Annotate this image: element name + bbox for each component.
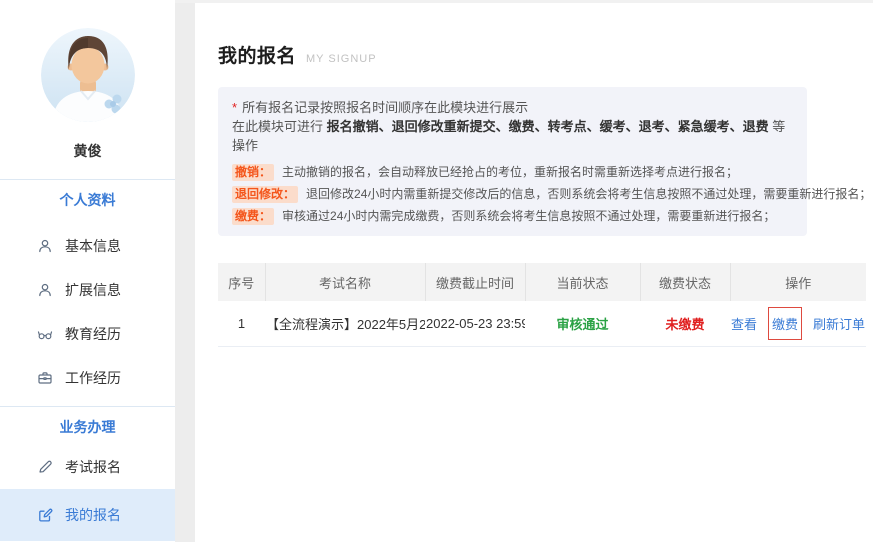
tip-text: 审核通过24小时内需完成缴费，否则系统会将考生信息按照不通过处理，需要重新进行报…	[282, 206, 775, 226]
tip-tag-payment: 缴费：	[232, 208, 274, 225]
glasses-icon	[37, 326, 53, 342]
avatar-illustration	[41, 28, 135, 122]
notice-panel: * 所有报名记录按照报名时间顺序在此模块进行展示 在此模块可进行 报名撤销、退回修…	[218, 87, 807, 236]
page-title: 我的报名	[218, 41, 296, 68]
sidebar: 黄俊 个人资料 基本信息 扩展信息 教育经历 工作经历 业务办理 考试报名	[0, 0, 175, 542]
sidebar-item-label: 教育经历	[65, 324, 121, 344]
table-row: 1 【全流程演示】2022年5月2... 2022-05-23 23:59:59…	[218, 301, 866, 347]
tip-text: 退回修改24小时内需重新提交修改后的信息，否则系统会将考生信息按照不通过处理，需…	[306, 184, 871, 204]
tip-payment: 缴费： 审核通过24小时内需完成缴费，否则系统会将考生信息按照不通过处理，需要重…	[232, 206, 793, 226]
tip-tag-withdraw: 撤销：	[232, 164, 274, 181]
cell-status: 审核通过	[525, 301, 640, 347]
payment-annotation-box: 缴费	[768, 307, 802, 340]
notice-line-2-operations: 报名撤销、退回修改重新提交、缴费、转考点、缓考、退考、紧急缓考、退费	[327, 119, 769, 134]
col-header-pay-deadline: 缴费截止时间	[425, 263, 525, 301]
notice-tips: 撤销： 主动撤销的报名，会自动释放已经抢占的考位，重新报名时需重新选择考点进行报…	[232, 162, 793, 226]
sidebar-item-extended-info[interactable]: 扩展信息	[0, 268, 175, 312]
tip-return-modify: 退回修改： 退回修改24小时内需重新提交修改后的信息，否则系统会将考生信息按照不…	[232, 184, 793, 204]
notice-line-2: 在此模块可进行 报名撤销、退回修改重新提交、缴费、转考点、缓考、退考、紧急缓考、…	[232, 117, 793, 155]
user-icon	[37, 238, 53, 254]
sidebar-item-work[interactable]: 工作经历	[0, 356, 175, 400]
status-badge-unpaid: 未缴费	[665, 317, 704, 332]
col-header-exam-name: 考试名称	[265, 263, 425, 301]
sidebar-item-education[interactable]: 教育经历	[0, 312, 175, 356]
sidebar-item-my-signup[interactable]: 我的报名	[0, 489, 175, 541]
sidebar-item-label: 考试报名	[65, 457, 121, 477]
main-content: 我的报名 MY SIGNUP * 所有报名记录按照报名时间顺序在此模块进行展示 在…	[195, 0, 873, 542]
briefcase-icon	[37, 370, 53, 386]
cell-pay-status: 未缴费	[640, 301, 730, 347]
cell-index: 1	[218, 301, 265, 347]
required-asterisk: *	[232, 100, 237, 115]
view-link[interactable]: 查看	[731, 314, 757, 333]
pay-link[interactable]: 缴费	[772, 317, 798, 332]
user-icon	[37, 282, 53, 298]
sidebar-item-label: 基本信息	[65, 236, 121, 256]
notice-line-1: * 所有报名记录按照报名时间顺序在此模块进行展示	[232, 98, 793, 117]
tip-withdraw: 撤销： 主动撤销的报名，会自动释放已经抢占的考位，重新报名时需重新选择考点进行报…	[232, 162, 793, 182]
user-name: 黄俊	[0, 143, 175, 159]
sidebar-item-basic-info[interactable]: 基本信息	[0, 224, 175, 268]
sidebar-item-label: 扩展信息	[65, 280, 121, 300]
tip-text: 主动撤销的报名，会自动释放已经抢占的考位，重新报名时需重新选择考点进行报名；	[282, 162, 738, 182]
page-subtitle: MY SIGNUP	[306, 53, 377, 65]
col-header-status: 当前状态	[525, 263, 640, 301]
tip-tag-return-modify: 退回修改：	[232, 186, 298, 203]
sidebar-section-business: 业务办理	[0, 407, 175, 445]
notice-line-2-prefix: 在此模块可进行	[232, 119, 327, 134]
sidebar-content-gap	[175, 0, 195, 542]
col-header-index: 序号	[218, 263, 265, 301]
col-header-actions: 操作	[730, 263, 866, 301]
pen-icon	[37, 459, 53, 475]
document-edit-icon	[37, 507, 53, 523]
sidebar-item-label: 我的报名	[65, 505, 121, 525]
table-header-row: 序号 考试名称 缴费截止时间 当前状态 缴费状态 操作	[218, 263, 866, 301]
sidebar-item-exam-signup[interactable]: 考试报名	[0, 445, 175, 489]
status-badge-pass: 审核通过	[556, 317, 608, 332]
top-hairline	[175, 0, 873, 3]
col-header-pay-status: 缴费状态	[640, 263, 730, 301]
cell-pay-deadline: 2022-05-23 23:59:59	[425, 301, 525, 347]
notice-line-1-text: 所有报名记录按照报名时间顺序在此模块进行展示	[242, 100, 528, 115]
signup-table: 序号 考试名称 缴费截止时间 当前状态 缴费状态 操作 1 【全流程演示】202…	[218, 263, 866, 347]
sidebar-item-label: 工作经历	[65, 368, 121, 388]
row-actions: 查看 缴费 刷新订单	[731, 307, 865, 340]
refresh-order-link[interactable]: 刷新订单	[813, 314, 865, 333]
cell-exam-name: 【全流程演示】2022年5月2...	[265, 301, 425, 347]
sidebar-section-personal: 个人资料	[0, 180, 175, 224]
avatar	[41, 28, 135, 122]
page-header: 我的报名 MY SIGNUP	[218, 41, 873, 68]
cell-actions: 查看 缴费 刷新订单	[730, 301, 866, 347]
